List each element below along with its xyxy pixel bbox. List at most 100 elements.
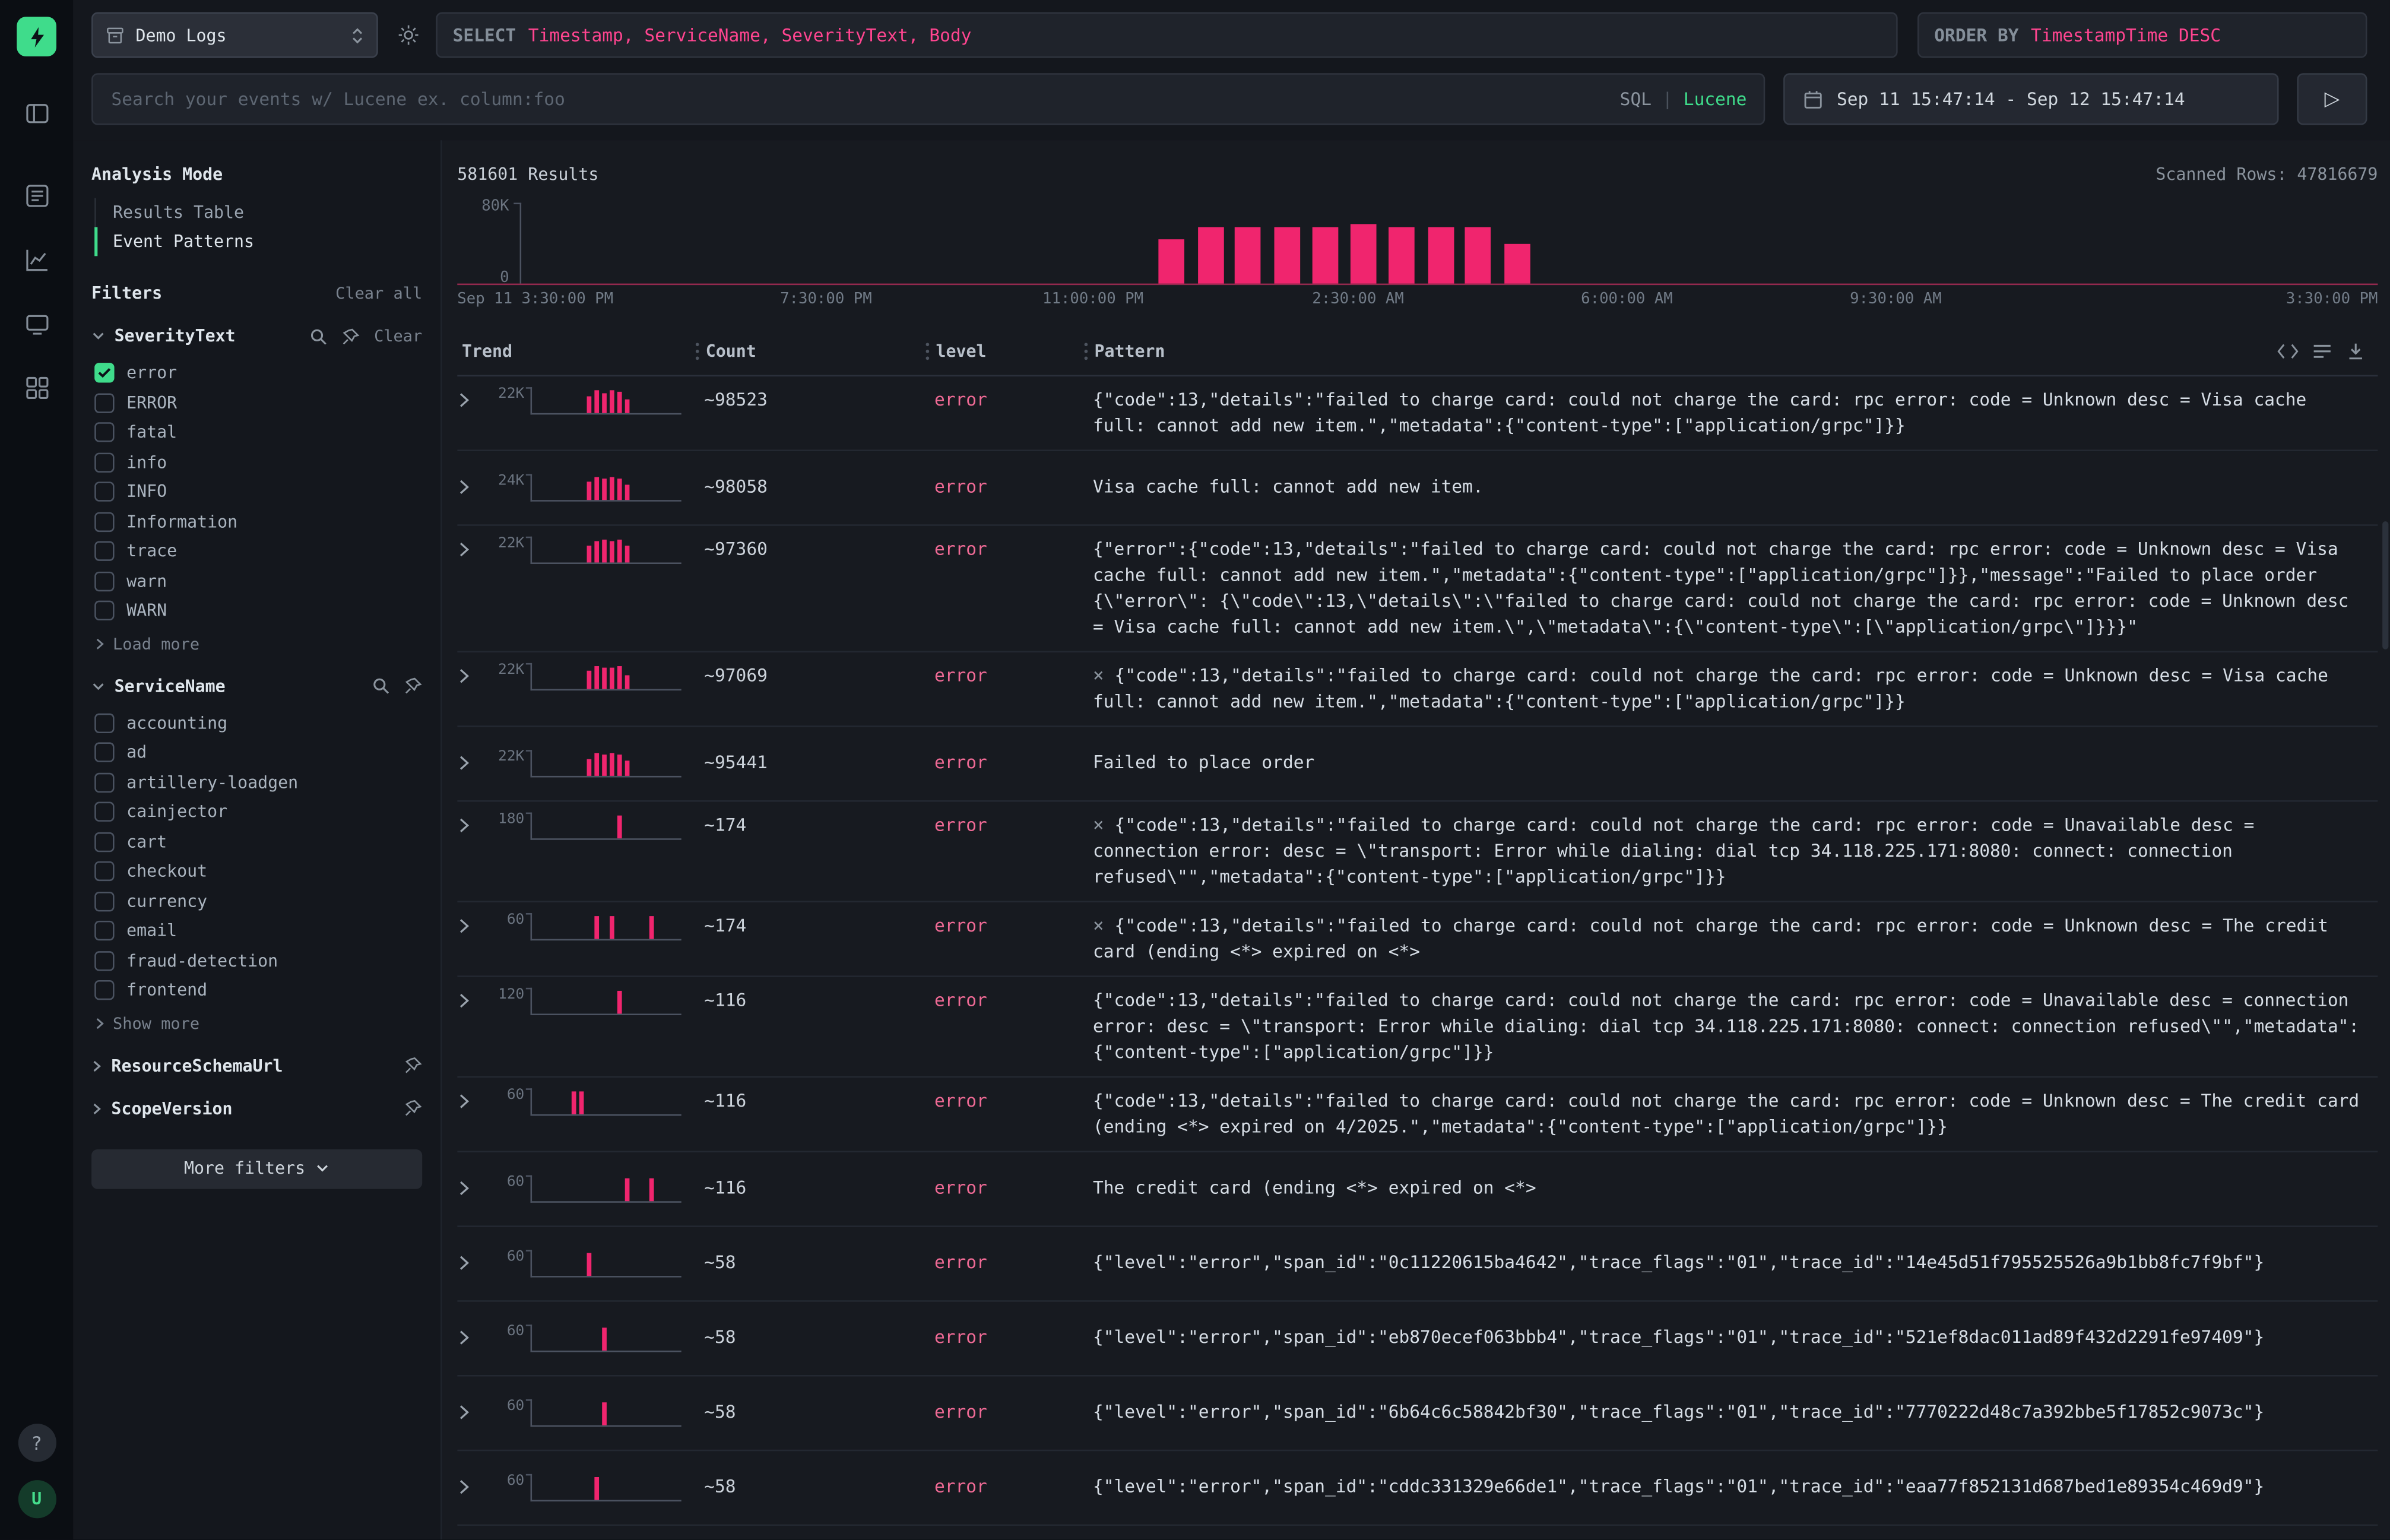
checkbox[interactable] (94, 772, 114, 792)
chart-explorer-icon[interactable] (14, 236, 59, 282)
checkbox[interactable] (94, 512, 114, 531)
orderby-clause-input[interactable]: ORDER BY TimestampTime DESC (1917, 12, 2367, 58)
pin-icon[interactable] (404, 1056, 422, 1075)
checkbox[interactable] (94, 891, 114, 911)
pin-icon[interactable] (404, 677, 422, 695)
select-clause-input[interactable]: SELECT Timestamp, ServiceName, SeverityT… (436, 12, 1897, 58)
table-row[interactable]: 22K~97360error{"error":{"code":13,"detai… (457, 526, 2378, 652)
filter-option[interactable]: artillery-loadgen (94, 768, 422, 797)
row-expand-icon[interactable] (457, 918, 484, 934)
checkbox[interactable] (94, 452, 114, 472)
checkbox[interactable] (94, 713, 114, 733)
row-expand-icon[interactable] (457, 1093, 484, 1110)
help-button[interactable]: ? (18, 1424, 56, 1462)
clear-all-filters-button[interactable]: Clear all (335, 285, 422, 303)
search-input[interactable] (91, 73, 1765, 125)
analysis-mode-option[interactable]: Event Patterns (94, 227, 422, 256)
row-expand-icon[interactable] (457, 668, 484, 685)
clear-group-button[interactable]: Clear (374, 327, 422, 346)
more-filters-button[interactable]: More filters (91, 1149, 422, 1189)
filter-option[interactable]: WARN (94, 596, 422, 626)
filter-option[interactable]: error (94, 358, 422, 388)
row-expand-icon[interactable] (457, 392, 484, 408)
table-row[interactable]: 60~58error{"level":"error","span_id":"6b… (457, 1377, 2378, 1452)
row-density-icon[interactable] (2312, 343, 2332, 360)
row-expand-icon[interactable] (457, 541, 484, 557)
checkbox[interactable] (94, 601, 114, 620)
language-lucene-option[interactable]: Lucene (1684, 88, 1747, 110)
dashboards-icon[interactable] (14, 365, 59, 410)
show-more-button[interactable]: Show more (94, 1015, 422, 1033)
filter-option[interactable]: warn (94, 566, 422, 596)
checkbox[interactable] (94, 802, 114, 822)
table-row[interactable]: 60~58error{"level":"error","span_id":"0c… (457, 1227, 2378, 1302)
table-row[interactable]: 60~116errorThe credit card (ending <*> e… (457, 1152, 2378, 1227)
load-more-button[interactable]: Load more (94, 635, 422, 653)
filter-group-servicename[interactable]: ServiceName (91, 676, 422, 696)
filter-option[interactable]: cart (94, 827, 422, 857)
table-row[interactable]: 22K~98523error{"code":13,"details":"fail… (457, 376, 2378, 451)
user-avatar[interactable]: U (18, 1480, 56, 1518)
exclude-pattern-icon[interactable]: × (1093, 664, 1104, 686)
collapse-sidebar-icon[interactable] (14, 90, 59, 135)
search-icon[interactable] (372, 677, 390, 695)
search-logs-icon[interactable] (14, 172, 59, 218)
code-view-icon[interactable] (2277, 343, 2299, 360)
filter-option[interactable]: INFO (94, 477, 422, 507)
sessions-icon[interactable] (14, 300, 59, 346)
scrollbar-thumb[interactable] (2382, 521, 2388, 649)
filter-option[interactable]: email (94, 916, 422, 946)
row-expand-icon[interactable] (457, 479, 484, 495)
column-header-pattern[interactable]: Pattern (1095, 341, 1165, 361)
source-selector[interactable]: Demo Logs (91, 12, 378, 58)
search-icon[interactable] (310, 327, 328, 346)
row-expand-icon[interactable] (457, 1329, 484, 1346)
table-row[interactable]: 180~174error×{"code":13,"details":"faile… (457, 802, 2378, 902)
exclude-pattern-icon[interactable]: × (1093, 814, 1104, 835)
filter-option[interactable]: checkout (94, 857, 422, 886)
filter-option[interactable]: ad (94, 738, 422, 768)
row-expand-icon[interactable] (457, 1254, 484, 1271)
checkbox[interactable] (94, 921, 114, 940)
filter-option[interactable]: accounting (94, 708, 422, 738)
column-resize-handle[interactable] (1077, 341, 1094, 361)
filter-group-scopeversion[interactable]: ScopeVersion (91, 1098, 422, 1118)
column-header-count[interactable]: Count (706, 341, 919, 361)
table-row[interactable]: 60~174error×{"code":13,"details":"failed… (457, 902, 2378, 977)
checkbox[interactable] (94, 571, 114, 591)
row-expand-icon[interactable] (457, 817, 484, 834)
filter-option[interactable]: trace (94, 537, 422, 566)
checkbox[interactable] (94, 393, 114, 413)
filter-group-severitytext[interactable]: SeverityText Clear (91, 326, 422, 346)
table-row[interactable]: 60~58error{"level":"error","span_id":"cd… (457, 1451, 2378, 1526)
checkbox[interactable] (94, 861, 114, 881)
checkbox[interactable] (94, 363, 114, 383)
checkbox[interactable] (94, 832, 114, 851)
pin-icon[interactable] (342, 327, 360, 346)
pin-icon[interactable] (404, 1099, 422, 1117)
filter-option[interactable]: ERROR (94, 388, 422, 417)
analysis-mode-option[interactable]: Results Table (94, 198, 422, 227)
row-expand-icon[interactable] (457, 1479, 484, 1495)
filter-option[interactable]: fraud-detection (94, 946, 422, 975)
column-header-trend[interactable]: Trend (462, 341, 689, 361)
checkbox[interactable] (94, 482, 114, 502)
filter-option[interactable]: currency (94, 886, 422, 916)
date-range-picker[interactable]: Sep 11 15:47:14 - Sep 12 15:47:14 (1783, 73, 2278, 125)
column-resize-handle[interactable] (919, 341, 936, 361)
column-header-level[interactable]: level (936, 341, 1078, 361)
checkbox[interactable] (94, 743, 114, 762)
row-expand-icon[interactable] (457, 1180, 484, 1196)
row-expand-icon[interactable] (457, 993, 484, 1009)
filter-option[interactable]: Information (94, 507, 422, 537)
language-sql-option[interactable]: SQL (1620, 88, 1652, 110)
table-row[interactable]: 120~116error{"code":13,"details":"failed… (457, 977, 2378, 1078)
checkbox[interactable] (94, 423, 114, 442)
table-row[interactable]: 60~116error{"code":13,"details":"failed … (457, 1078, 2378, 1152)
table-row[interactable]: 60~58error{"level":"error","span_id":"33… (457, 1526, 2378, 1539)
row-expand-icon[interactable] (457, 1404, 484, 1421)
filter-option[interactable]: cainjector (94, 797, 422, 827)
checkbox[interactable] (94, 981, 114, 1000)
filter-option[interactable]: info (94, 448, 422, 477)
row-expand-icon[interactable] (457, 755, 484, 771)
